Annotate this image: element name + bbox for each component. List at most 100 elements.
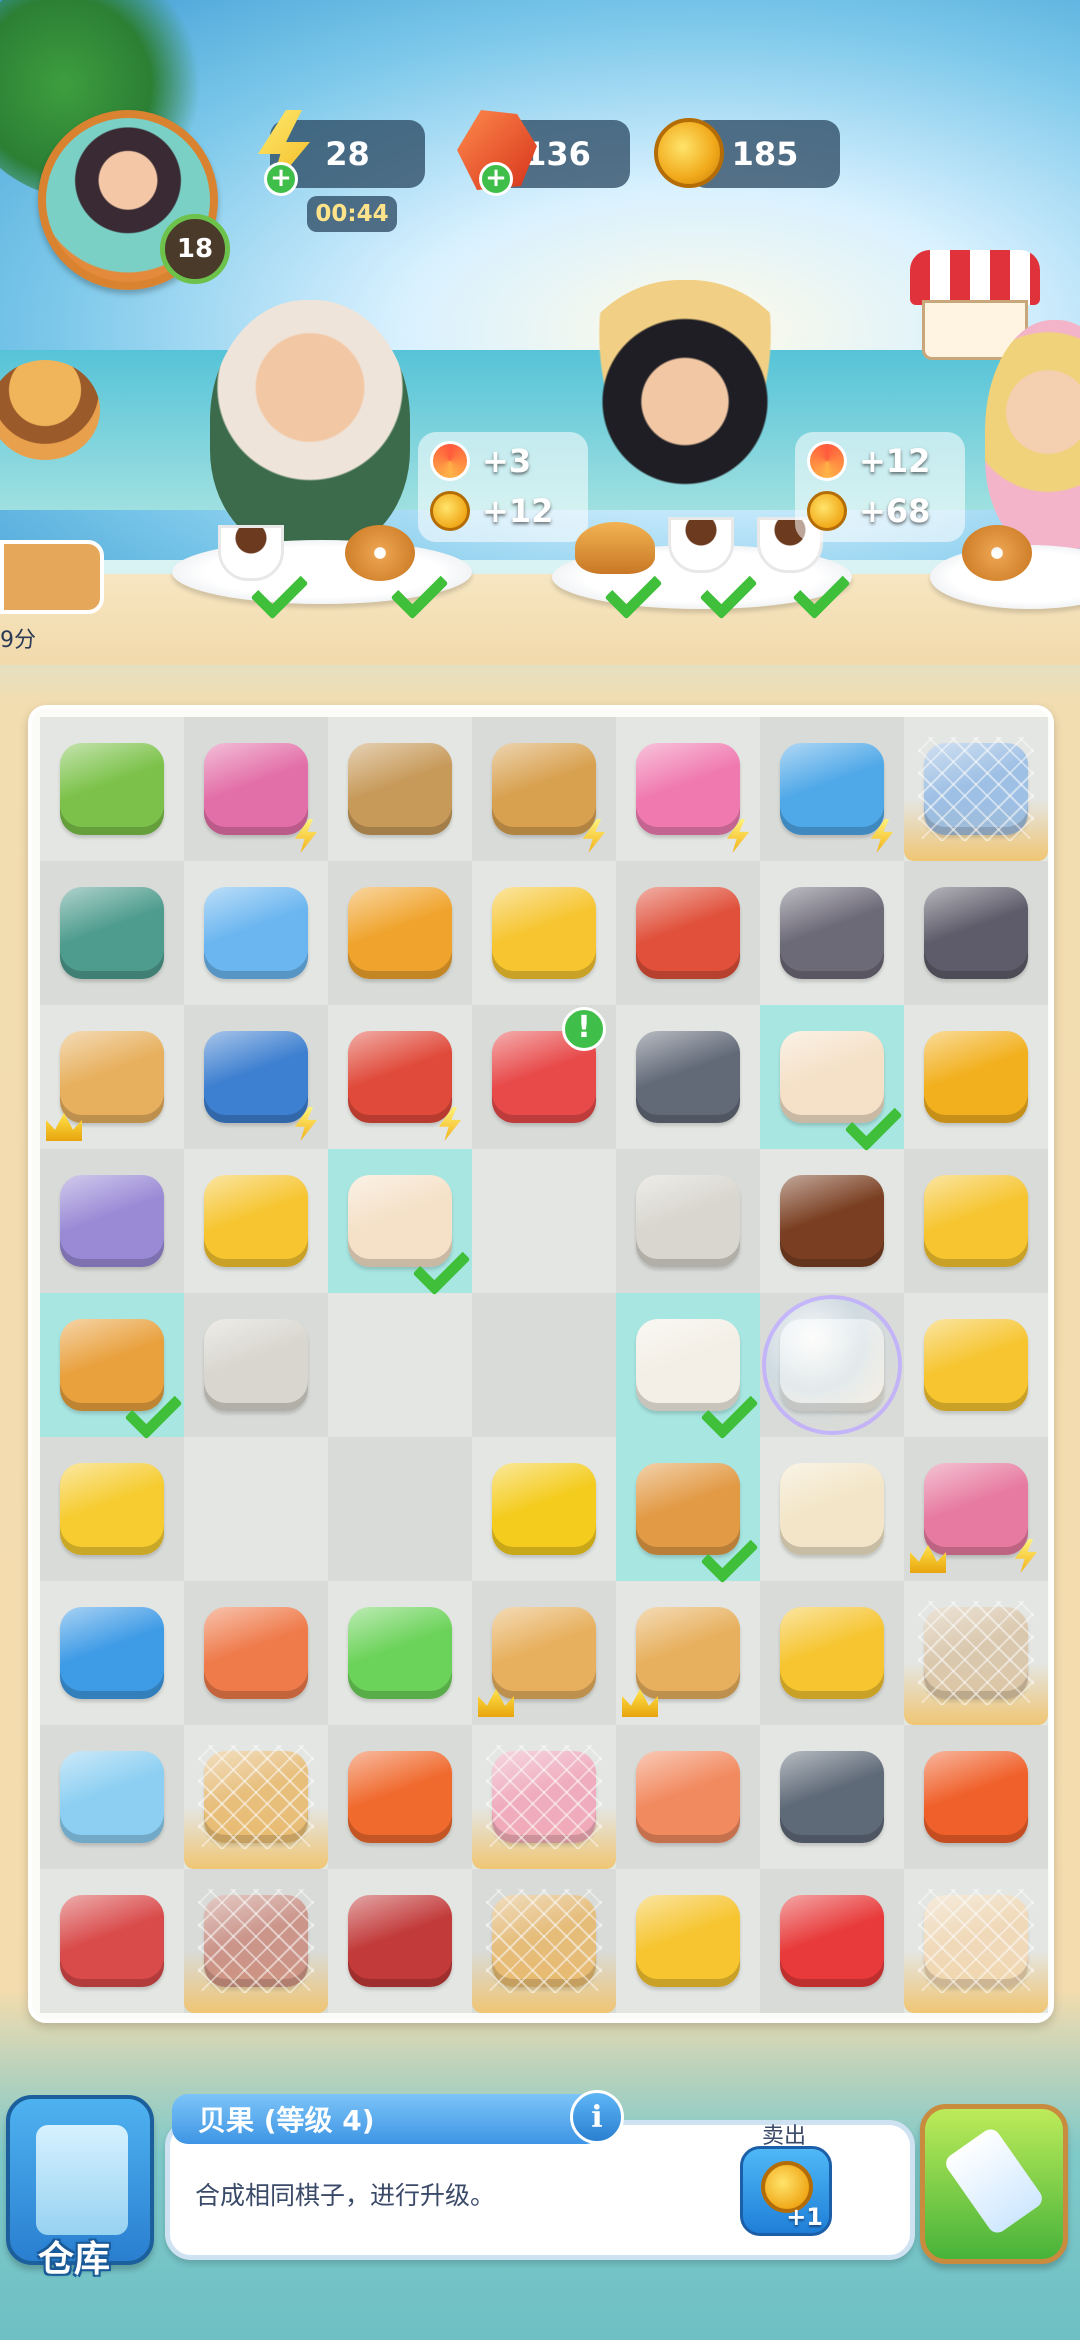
board-cell[interactable]	[184, 1869, 328, 2013]
cake-roll-icon[interactable]	[918, 1889, 1034, 1993]
coffee-machine-icon[interactable]	[348, 1031, 452, 1123]
sell-button[interactable]: +1	[740, 2146, 832, 2236]
board-cell[interactable]	[40, 1869, 184, 2013]
board-cell[interactable]	[472, 1581, 616, 1725]
latte-glass-icon[interactable]	[918, 1601, 1034, 1705]
board-cell[interactable]	[616, 1581, 760, 1725]
board-cell[interactable]	[904, 1293, 1048, 1437]
board-cell[interactable]	[904, 1437, 1048, 1581]
board-cell[interactable]	[184, 1005, 328, 1149]
pot-icon[interactable]	[60, 1895, 164, 1987]
board-cell[interactable]	[472, 717, 616, 861]
corn-icon[interactable]	[492, 1463, 596, 1555]
info-icon[interactable]: i	[570, 2090, 624, 2144]
board-cell[interactable]	[184, 717, 328, 861]
board-cell[interactable]	[760, 1437, 904, 1581]
board-cell[interactable]	[616, 1869, 760, 2013]
board-cell[interactable]	[184, 861, 328, 1005]
board-cell[interactable]	[760, 1581, 904, 1725]
board-cell[interactable]	[472, 1725, 616, 1869]
teapot-icon[interactable]	[60, 1031, 164, 1123]
board-cell[interactable]	[760, 1869, 904, 2013]
claw-machine-icon[interactable]	[204, 743, 308, 835]
sundae-icon[interactable]	[486, 1745, 602, 1849]
mystery-box-icon[interactable]	[60, 1175, 164, 1267]
blue-fridge-icon[interactable]	[780, 743, 884, 835]
board-cell[interactable]	[328, 1437, 472, 1581]
board-cell[interactable]	[328, 1869, 472, 2013]
tea-bag-icon[interactable]	[636, 1175, 740, 1267]
spatula-icon[interactable]	[780, 1751, 884, 1843]
board-cell[interactable]	[328, 1293, 472, 1437]
board-cell[interactable]	[472, 1437, 616, 1581]
egg-sandwich-icon[interactable]	[198, 1745, 314, 1849]
storage-cube-icon[interactable]	[204, 887, 308, 979]
board-cell[interactable]	[472, 1149, 616, 1293]
board-cell[interactable]	[616, 1005, 760, 1149]
board-cell[interactable]	[616, 717, 760, 861]
toy-rake-icon[interactable]	[636, 1895, 740, 1987]
energy-potion-blue-icon[interactable]	[60, 1607, 164, 1699]
board-cell[interactable]	[904, 861, 1048, 1005]
teapot-icon[interactable]	[636, 1607, 740, 1699]
board-cell[interactable]	[760, 717, 904, 861]
customer-straw-hat[interactable]	[560, 280, 810, 550]
pearl-shell-icon[interactable]	[924, 1463, 1028, 1555]
board-cell[interactable]	[328, 1581, 472, 1725]
frying-pan-icon[interactable]	[348, 1895, 452, 1987]
board-cell[interactable]	[616, 1725, 760, 1869]
board-cell[interactable]	[40, 1293, 184, 1437]
board-cell[interactable]	[904, 1869, 1048, 2013]
board-cell[interactable]	[904, 1581, 1048, 1725]
tea-bag-icon[interactable]	[204, 1319, 308, 1411]
cheese-wedges-icon[interactable]	[924, 1319, 1028, 1411]
clean-brush-button[interactable]	[920, 2104, 1068, 2264]
board-cell[interactable]	[184, 1437, 328, 1581]
sandwich-icon[interactable]	[486, 1889, 602, 1993]
board-cell[interactable]	[904, 1149, 1048, 1293]
board-cell[interactable]	[40, 861, 184, 1005]
cheese-heap-icon[interactable]	[60, 1463, 164, 1555]
board-cell[interactable]	[328, 1725, 472, 1869]
board-cell[interactable]	[760, 1149, 904, 1293]
board-cell[interactable]: !	[472, 1005, 616, 1149]
board-cell[interactable]	[904, 717, 1048, 861]
chocolate-popsicle-icon[interactable]	[780, 1175, 884, 1267]
board-cell[interactable]	[760, 1293, 904, 1437]
board-cell[interactable]	[616, 1293, 760, 1437]
toy-shovel-icon[interactable]	[780, 1895, 884, 1987]
grocery-bag-icon[interactable]	[348, 743, 452, 835]
energy-potion-green-icon[interactable]	[348, 1607, 452, 1699]
salmon-fillet-icon[interactable]	[636, 1751, 740, 1843]
board-cell[interactable]	[760, 861, 904, 1005]
board-cell[interactable]	[616, 1149, 760, 1293]
cheese-piece-icon[interactable]	[492, 887, 596, 979]
coral-shells-icon[interactable]	[636, 743, 740, 835]
board-cell[interactable]	[40, 1005, 184, 1149]
mystery-ticket-icon[interactable]	[780, 1607, 884, 1699]
board-cell[interactable]	[616, 861, 760, 1005]
orange-gems-icon[interactable]	[348, 1751, 452, 1843]
board-cell[interactable]	[328, 1005, 472, 1149]
board-cell[interactable]	[40, 1149, 184, 1293]
gem-counter[interactable]: + 136	[457, 110, 630, 196]
board-cell[interactable]	[40, 1581, 184, 1725]
customer-grandma[interactable]	[210, 300, 410, 550]
coin-counter[interactable]: 185	[654, 118, 840, 188]
grey-stones-icon[interactable]	[636, 1031, 740, 1123]
turtle-icon[interactable]	[60, 887, 164, 979]
board-cell[interactable]	[472, 1293, 616, 1437]
orange-tree-icon[interactable]	[60, 743, 164, 835]
board-cell[interactable]	[184, 1149, 328, 1293]
add-gems-icon[interactable]: +	[479, 162, 513, 196]
board-cell[interactable]	[328, 861, 472, 1005]
board-cell[interactable]	[40, 1437, 184, 1581]
milk-carton-icon[interactable]	[918, 737, 1034, 841]
gold-coins-icon[interactable]	[924, 1031, 1028, 1123]
add-energy-icon[interactable]: +	[264, 162, 298, 196]
board-cell[interactable]	[472, 1869, 616, 2013]
board-cell[interactable]	[184, 1581, 328, 1725]
side-event-button[interactable]	[0, 540, 104, 614]
energy-counter[interactable]: + 28	[258, 110, 425, 196]
rocks-coral-icon[interactable]	[780, 887, 884, 979]
